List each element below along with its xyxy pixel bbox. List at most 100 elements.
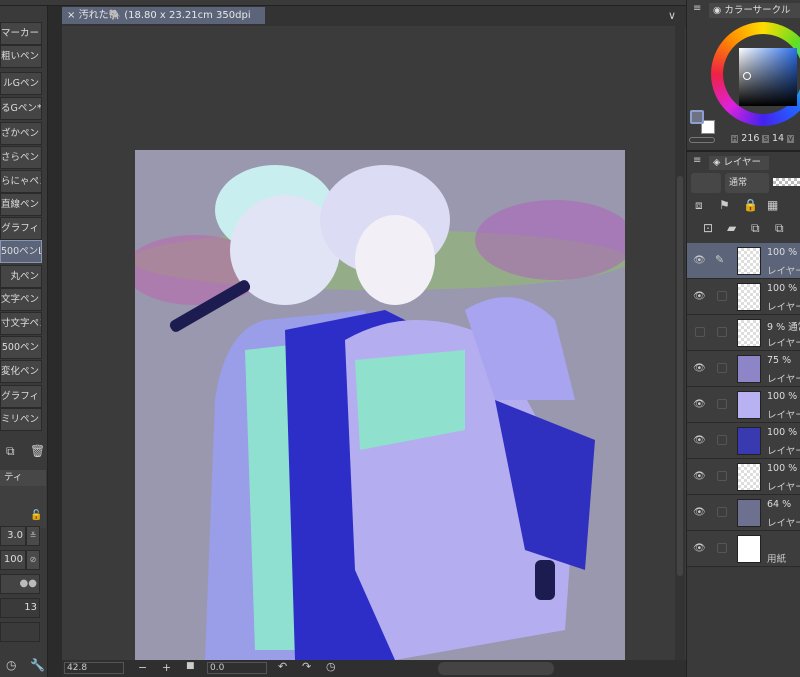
eye-icon[interactable]: 👁	[693, 507, 706, 518]
chevron-down-icon[interactable]: ∨	[668, 9, 676, 22]
lock-transparency-icon[interactable]: ▦	[767, 198, 778, 212]
layer-color-selector[interactable]	[691, 173, 721, 193]
select-checkbox[interactable]	[717, 327, 727, 337]
vertical-scrollbar[interactable]	[675, 26, 685, 660]
subtool-item[interactable]: 500ペンL	[0, 240, 42, 263]
eye-icon[interactable]: 👁	[693, 471, 706, 482]
eye-icon[interactable]: 👁	[693, 363, 706, 374]
layer-thumbnail	[737, 355, 761, 383]
saturation-value-square[interactable]	[739, 48, 797, 106]
timer-icon[interactable]: ◷	[6, 658, 16, 672]
rotate-right-icon[interactable]: ↷	[302, 660, 311, 673]
rotation-field[interactable]: 0.0	[207, 662, 267, 674]
select-checkbox[interactable]	[717, 543, 727, 553]
merge-down-icon[interactable]: ⧉	[775, 221, 784, 236]
transfer-down-icon[interactable]: ⧉	[751, 221, 760, 236]
stabilization-bar[interactable]	[0, 622, 40, 642]
select-checkbox[interactable]	[717, 471, 727, 481]
layer-row[interactable]: 👁 64 % レイヤー	[687, 495, 800, 531]
brush-shape-selector[interactable]: ●●	[0, 574, 40, 594]
transparent-color-icon[interactable]	[689, 137, 715, 143]
eye-icon[interactable]: 👁	[693, 435, 706, 446]
close-tab-icon[interactable]: ×	[67, 10, 75, 21]
subtool-item[interactable]: 寸文字ペン	[0, 312, 42, 335]
eye-icon[interactable]: 👁	[693, 255, 706, 266]
layer-opacity: 64 %	[767, 499, 792, 510]
opacity-field[interactable]: 100	[0, 550, 26, 570]
rotate-left-icon[interactable]: ↶	[278, 660, 287, 673]
subtool-item[interactable]: るGペン*	[0, 97, 42, 120]
layer-row[interactable]: 👁 100 % レイヤー5	[687, 387, 800, 423]
visibility-checkbox[interactable]	[695, 327, 705, 337]
reference-layer-icon[interactable]: ⚑	[719, 198, 730, 212]
select-checkbox[interactable]	[717, 291, 727, 301]
layer-row[interactable]: 👁 ✎ 100 % レイヤー	[687, 243, 800, 279]
clip-layer-icon[interactable]: ⧈	[695, 198, 703, 213]
document-tab[interactable]: × 汚れた🐘 (18.80 x 23.21cm 350dpi 42.8%)	[62, 7, 265, 38]
subtool-item[interactable]: マーカー	[0, 22, 42, 45]
layer-thumbnail	[737, 319, 761, 347]
layer-name: 用紙	[767, 554, 787, 565]
subtool-item[interactable]: グラフィ	[0, 217, 42, 240]
horizontal-scrollbar[interactable]	[438, 662, 554, 675]
wrench-icon[interactable]: 🔧	[30, 658, 45, 672]
subtool-item[interactable]: ミリペン	[0, 408, 42, 431]
duplicate-subtool-icon[interactable]: ⧉	[6, 444, 15, 459]
artwork-canvas[interactable]	[135, 150, 625, 660]
subtool-item[interactable]: さらペン	[0, 146, 42, 169]
zoom-out-button[interactable]: −	[138, 661, 147, 674]
opacity-settings-icon[interactable]: ⊘	[26, 550, 40, 570]
eye-icon[interactable]: 👁	[693, 543, 706, 554]
zoom-in-button[interactable]: +	[162, 661, 171, 674]
tab-layer[interactable]: ◈ レイヤー	[709, 156, 769, 170]
tab-label: カラーサークル	[724, 5, 791, 16]
lock-icon[interactable]: 🔓	[30, 510, 42, 521]
subtool-item[interactable]: ルGペン	[0, 72, 42, 95]
subtool-item[interactable]: らにゃペン	[0, 170, 42, 193]
reset-rotation-icon[interactable]: ◷	[326, 660, 336, 673]
subtool-item[interactable]: 変化ペン	[0, 360, 42, 383]
pressure-icon[interactable]: ≚	[26, 526, 40, 546]
panel-menu-icon[interactable]: ≡	[693, 155, 701, 166]
brush-preview: 🔓	[0, 486, 46, 528]
layer-name: レイヤー	[767, 374, 800, 385]
tool-property-tab[interactable]: ティ	[0, 470, 46, 486]
panel-menu-icon[interactable]: ≡	[693, 3, 701, 14]
layer-row[interactable]: 👁 100 % レイヤー	[687, 459, 800, 495]
subtool-item[interactable]: 500ペン	[0, 336, 42, 359]
layer-thumbnail	[737, 535, 761, 563]
lock-icon[interactable]: 🔒	[743, 198, 758, 212]
subtool-item[interactable]: 文字ペン	[0, 288, 42, 311]
layer-row[interactable]: 9 % 通常レイヤー	[687, 315, 800, 351]
fit-icon[interactable]: ■	[186, 661, 195, 671]
select-checkbox[interactable]	[717, 507, 727, 517]
eye-icon[interactable]: 👁	[693, 399, 706, 410]
subtool-item[interactable]: ざかペン	[0, 122, 42, 145]
trash-icon[interactable]: 🗑	[30, 444, 45, 458]
layer-row[interactable]: 👁 75 % レイヤー	[687, 351, 800, 387]
layer-name: レイヤー	[767, 338, 800, 349]
new-folder-icon[interactable]: ▰	[727, 221, 736, 235]
new-layer-icon[interactable]: ⊡	[703, 221, 713, 235]
subtool-item[interactable]: 直線ペン	[0, 193, 42, 216]
eye-icon[interactable]: 👁	[693, 291, 706, 302]
density-field[interactable]: 13	[0, 598, 40, 618]
brush-size-field[interactable]: 3.0	[0, 526, 26, 546]
layer-row[interactable]: 👁 100 % レイヤー	[687, 279, 800, 315]
hsv-readout: H 216 S 14 V	[731, 133, 794, 144]
status-bar: 42.8 − + ■ 0.0 ↶ ↷ ◷	[62, 660, 686, 677]
layer-row[interactable]: 👁 100 % レイヤー	[687, 423, 800, 459]
layer-thumbnail	[737, 391, 761, 419]
layer-row[interactable]: 👁 用紙	[687, 531, 800, 567]
opacity-slider[interactable]	[773, 178, 800, 186]
subtool-item[interactable]: グラフィ	[0, 385, 42, 408]
zoom-field[interactable]: 42.8	[64, 662, 124, 674]
subtool-item[interactable]: 丸ペン	[0, 265, 42, 288]
select-checkbox[interactable]	[717, 399, 727, 409]
main-color-swatch[interactable]	[690, 110, 704, 124]
tab-color-circle[interactable]: ◉ カラーサークル	[709, 3, 800, 18]
subtool-item[interactable]: 粗いペン	[0, 45, 42, 68]
blend-mode-select[interactable]: 通常	[725, 173, 769, 193]
select-checkbox[interactable]	[717, 363, 727, 373]
select-checkbox[interactable]	[717, 435, 727, 445]
